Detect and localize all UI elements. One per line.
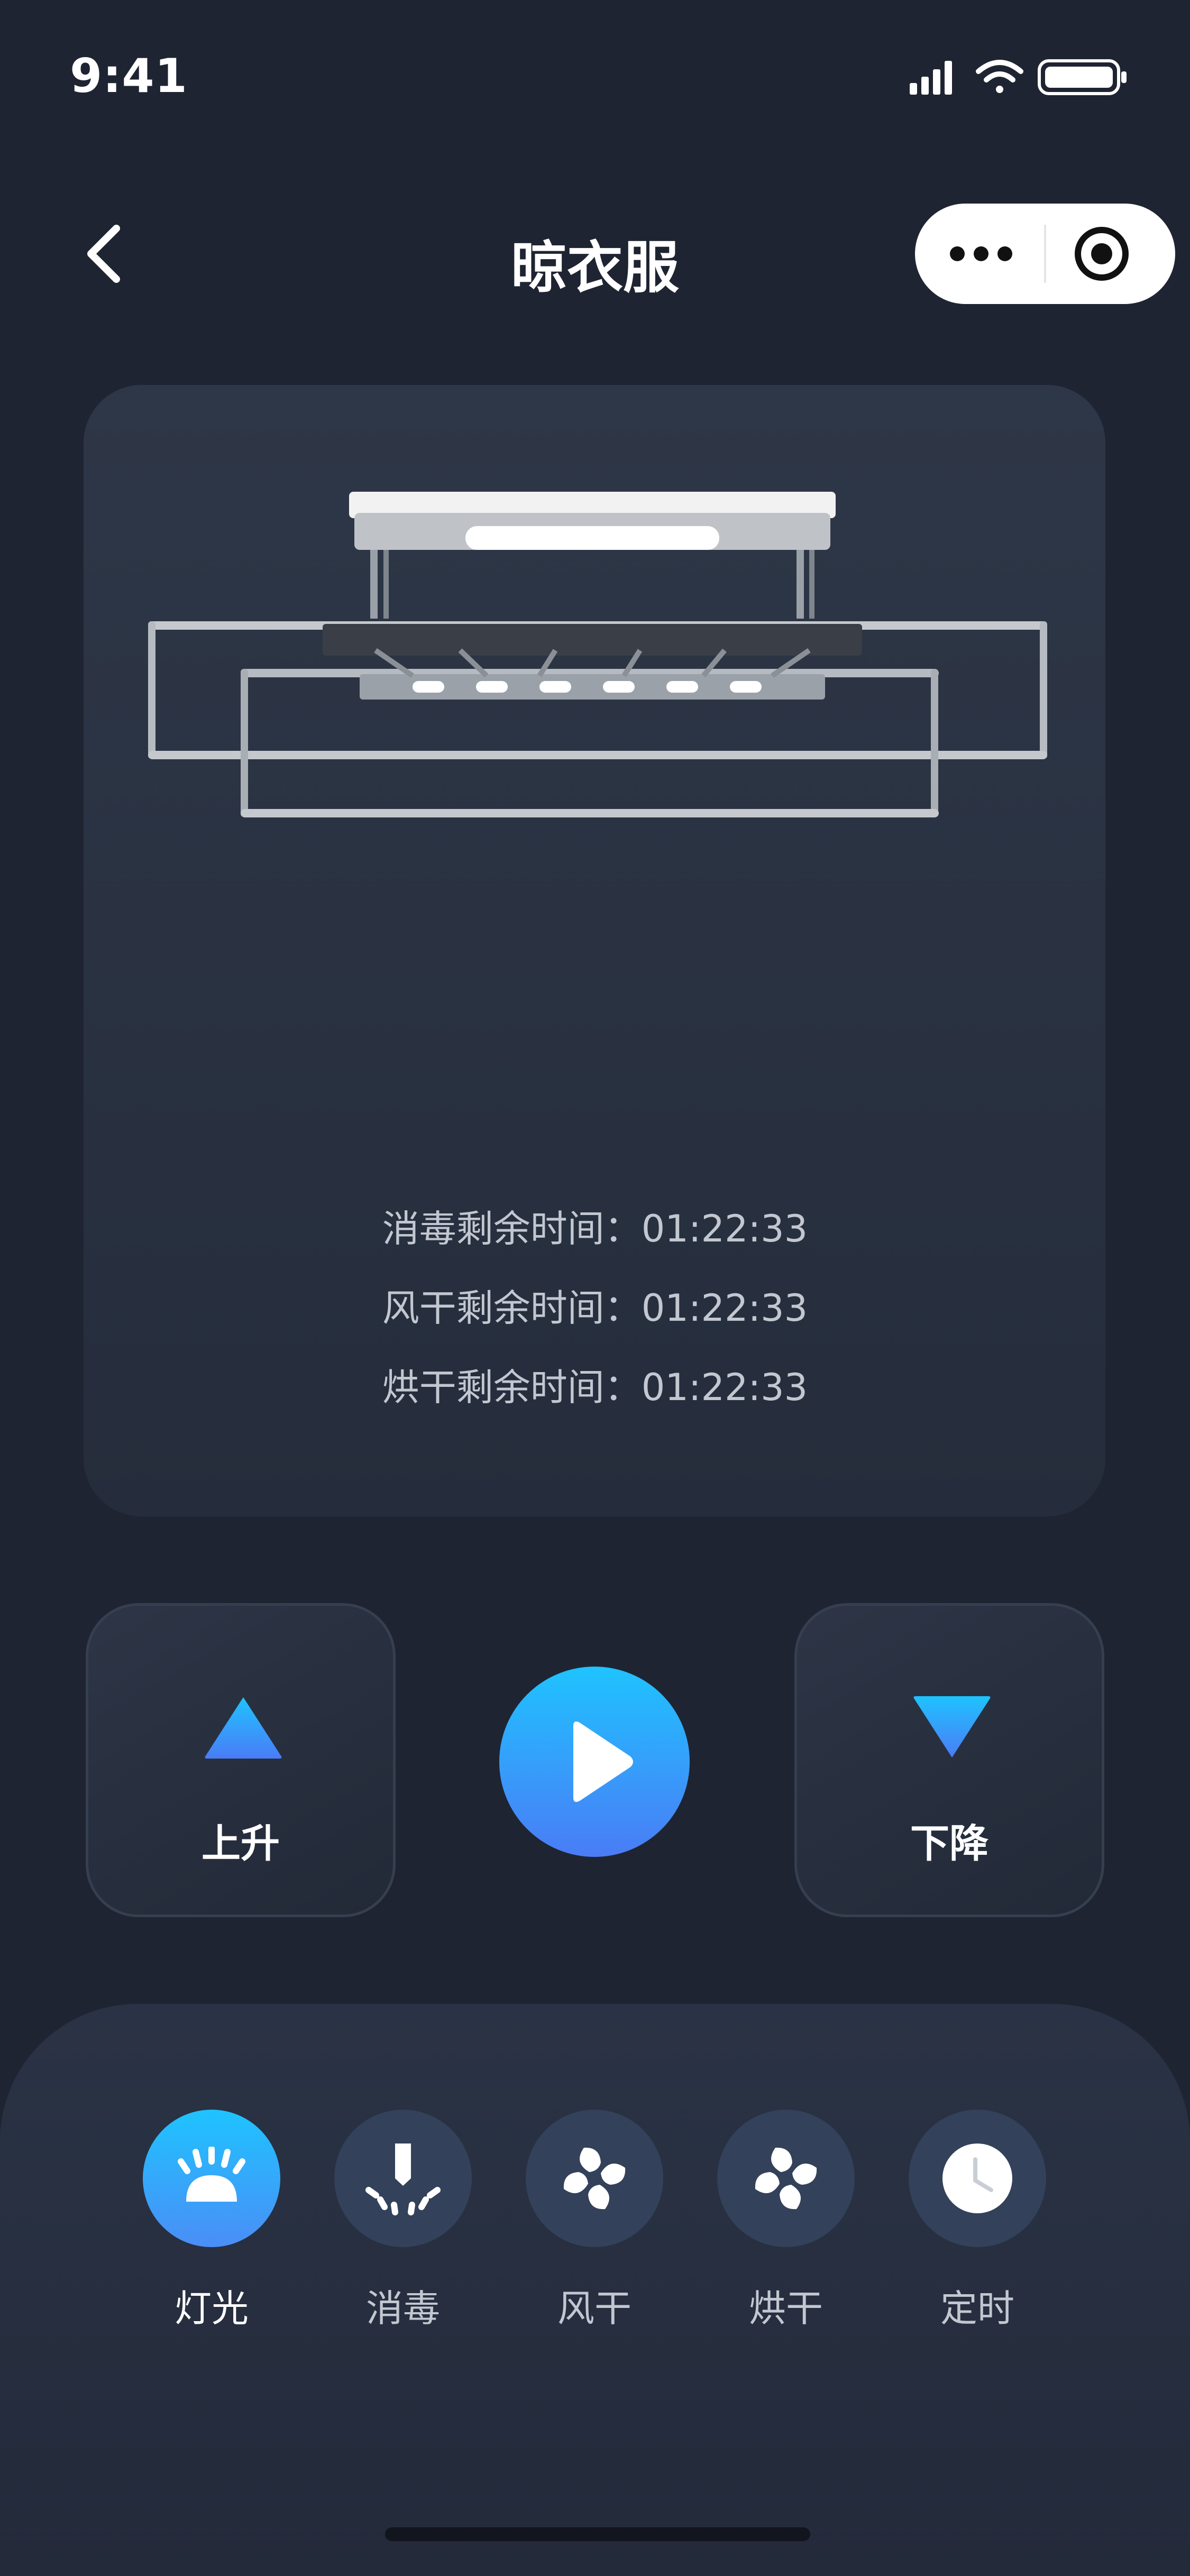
timer-value: 01:22:33 — [641, 1286, 808, 1330]
fan-icon — [755, 2147, 817, 2210]
disinfect-button[interactable] — [334, 2110, 472, 2247]
close-miniprogram-button[interactable] — [1073, 225, 1131, 283]
triangle-down-icon — [913, 1696, 991, 1758]
air-dry-label: 风干 — [557, 2287, 631, 2330]
disinfect-label: 消毒 — [366, 2287, 440, 2330]
fan-icon — [563, 2147, 626, 2210]
capsule-divider — [1044, 225, 1046, 283]
timer-label: 定时 — [940, 2287, 1014, 2330]
raise-button[interactable]: 上升 — [86, 1603, 396, 1917]
more-options-button[interactable] — [947, 235, 1015, 272]
timer-label: 风干剩余时间： — [382, 1286, 642, 1330]
mini-program-capsule — [915, 204, 1175, 304]
timer-label: 烘干剩余时间： — [382, 1366, 642, 1409]
lower-button[interactable]: 下降 — [794, 1603, 1104, 1917]
disinfect-timer: 消毒剩余时间：01:22:33 — [0, 1199, 1190, 1253]
timer-value: 01:22:33 — [641, 1366, 808, 1409]
heat-dry-button[interactable] — [717, 2110, 855, 2247]
play-button[interactable] — [499, 1667, 690, 1857]
triangle-up-icon — [205, 1697, 282, 1759]
clothes-rack-image — [148, 492, 1047, 817]
timer-value: 01:22:33 — [641, 1207, 808, 1250]
heat-dry-label: 烘干 — [749, 2287, 823, 2330]
clock-icon — [942, 2143, 1012, 2213]
light-icon — [178, 2147, 245, 2202]
home-indicator — [385, 2527, 810, 2541]
light-label: 灯光 — [175, 2287, 249, 2330]
signal-icon — [910, 61, 952, 95]
play-icon — [573, 1722, 633, 1802]
timer-button[interactable] — [909, 2110, 1046, 2247]
raise-label: 上升 — [202, 1821, 280, 1866]
status-time: 9:41 — [70, 49, 188, 103]
light-button[interactable] — [143, 2110, 280, 2247]
battery-icon — [1038, 59, 1127, 95]
air-dry-timer: 风干剩余时间：01:22:33 — [0, 1278, 1190, 1332]
heat-dry-timer: 烘干剩余时间：01:22:33 — [0, 1358, 1190, 1411]
air-dry-button[interactable] — [526, 2110, 663, 2247]
wifi-icon — [976, 60, 1023, 93]
disinfect-icon — [365, 2143, 441, 2215]
lower-label: 下降 — [910, 1821, 988, 1866]
timer-label: 消毒剩余时间： — [382, 1207, 642, 1250]
status-icons — [910, 59, 1127, 95]
